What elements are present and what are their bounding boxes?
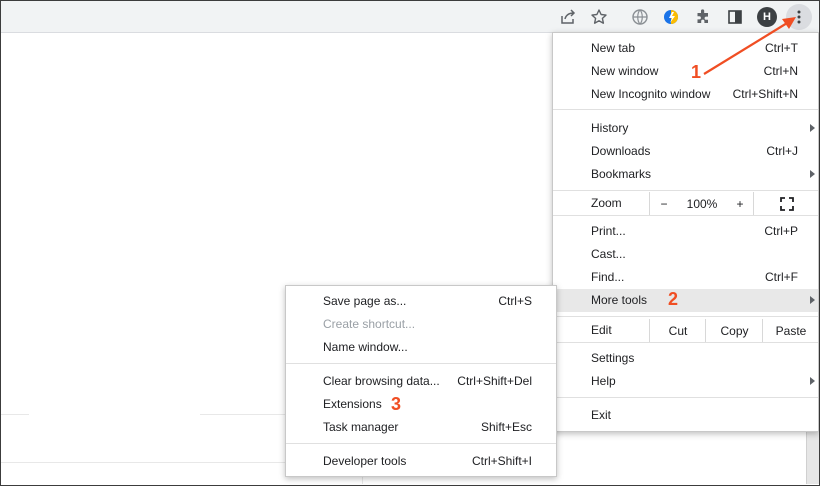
menu-item-label: Name window... xyxy=(323,340,408,354)
submenu-item-save-page[interactable]: Save page as... Ctrl+S xyxy=(286,290,556,313)
submenu-arrow-icon xyxy=(810,377,815,385)
submenu-item-create-shortcut: Create shortcut... xyxy=(286,313,556,336)
colorful-extension-icon[interactable] xyxy=(658,4,684,30)
menu-separator xyxy=(553,109,818,110)
submenu-item-clear-browsing-data[interactable]: Clear browsing data... Ctrl+Shift+Del xyxy=(286,370,556,393)
step-number-2: 2 xyxy=(668,289,679,309)
submenu-item-developer-tools[interactable]: Developer tools Ctrl+Shift+I xyxy=(286,450,556,473)
menu-item-history[interactable]: History xyxy=(553,117,818,140)
menu-item-label: Save page as... xyxy=(323,294,407,308)
menu-item-label: Extensions xyxy=(323,397,382,411)
menu-item-shortcut: Shift+Esc xyxy=(480,420,532,434)
menu-item-label: Clear browsing data... xyxy=(323,374,440,388)
submenu-item-extensions[interactable]: Extensions xyxy=(286,393,556,416)
paste-button[interactable]: Paste xyxy=(762,319,819,342)
menu-item-more-tools[interactable]: More tools xyxy=(553,289,818,312)
menu-item-new-incognito[interactable]: New Incognito window Ctrl+Shift+N xyxy=(553,83,818,106)
zoom-out-button[interactable]: − xyxy=(649,192,678,215)
submenu-item-name-window[interactable]: Name window... xyxy=(286,336,556,359)
menu-item-shortcut: Ctrl+S xyxy=(498,294,532,308)
menu-item-label: More tools xyxy=(591,293,648,307)
chrome-main-menu: New tab Ctrl+T New window Ctrl+N New Inc… xyxy=(552,32,819,432)
menu-item-label: Cast... xyxy=(591,247,626,261)
fullscreen-button[interactable] xyxy=(753,192,819,215)
copy-button[interactable]: Copy xyxy=(705,319,763,342)
menu-item-label: New window xyxy=(591,64,659,78)
page-divider xyxy=(1,462,285,463)
menu-item-label: Exit xyxy=(591,408,612,422)
zoom-level-value: 100% xyxy=(686,196,718,211)
menu-item-shortcut: Ctrl+Shift+I xyxy=(471,454,532,468)
menu-separator xyxy=(286,443,556,444)
menu-item-label: Downloads xyxy=(591,144,651,158)
page-divider xyxy=(1,414,29,415)
menu-separator xyxy=(553,316,818,317)
menu-item-label: Print... xyxy=(591,224,626,238)
fullscreen-icon xyxy=(779,196,794,211)
menu-item-settings[interactable]: Settings xyxy=(553,347,818,370)
menu-item-label: New tab xyxy=(591,41,636,55)
page-divider xyxy=(200,414,285,415)
menu-item-shortcut: Ctrl+Shift+N xyxy=(732,87,798,101)
page-scrollbar[interactable] xyxy=(806,430,819,484)
submenu-arrow-icon xyxy=(810,296,815,304)
menu-separator xyxy=(286,363,556,364)
menu-item-shortcut: Ctrl+P xyxy=(764,224,798,238)
menu-separator xyxy=(553,190,818,191)
submenu-arrow-icon xyxy=(810,124,815,132)
menu-item-shortcut: Ctrl+Shift+Del xyxy=(457,374,532,388)
zoom-label: Zoom xyxy=(591,196,622,210)
menu-item-label: Create shortcut... xyxy=(323,317,416,331)
zoom-row: Zoom − 100% + xyxy=(553,192,818,215)
menu-item-label: New Incognito window xyxy=(591,87,711,101)
menu-item-label: Developer tools xyxy=(323,454,407,468)
cut-button[interactable]: Cut xyxy=(649,319,706,342)
menu-separator xyxy=(553,215,818,216)
menu-separator xyxy=(553,342,818,343)
menu-item-label: Find... xyxy=(591,270,625,284)
step-number-3: 3 xyxy=(391,394,402,414)
more-tools-submenu: Save page as... Ctrl+S Create shortcut..… xyxy=(285,285,557,477)
menu-item-label: Task manager xyxy=(323,420,399,434)
step-number-1: 1 xyxy=(691,62,702,82)
edit-row: Edit Cut Copy Paste xyxy=(553,319,818,342)
annotation-arrow-icon xyxy=(703,17,796,75)
submenu-arrow-icon xyxy=(810,170,815,178)
menu-item-shortcut: Ctrl+F xyxy=(765,270,798,284)
menu-separator xyxy=(553,397,818,398)
menu-item-print[interactable]: Print... Ctrl+P xyxy=(553,220,818,243)
browser-toolbar: H xyxy=(1,1,819,33)
menu-item-label: Settings xyxy=(591,351,635,365)
bookmark-star-icon[interactable] xyxy=(586,4,612,30)
menu-item-label: Help xyxy=(591,374,616,388)
zoom-in-button[interactable]: + xyxy=(727,192,753,215)
share-icon[interactable] xyxy=(555,4,581,30)
menu-item-downloads[interactable]: Downloads Ctrl+J xyxy=(553,140,818,163)
menu-item-bookmarks[interactable]: Bookmarks xyxy=(553,163,818,186)
menu-item-find[interactable]: Find... Ctrl+F xyxy=(553,266,818,289)
menu-item-label: Bookmarks xyxy=(591,167,652,181)
menu-item-exit[interactable]: Exit xyxy=(553,404,818,427)
menu-item-cast[interactable]: Cast... xyxy=(553,243,818,266)
menu-item-label: History xyxy=(591,121,629,135)
menu-item-shortcut: Ctrl+J xyxy=(766,144,798,158)
globe-extension-icon[interactable] xyxy=(627,4,653,30)
menu-item-help[interactable]: Help xyxy=(553,370,818,393)
submenu-item-task-manager[interactable]: Task manager Shift+Esc xyxy=(286,416,556,439)
edit-label: Edit xyxy=(591,323,612,337)
